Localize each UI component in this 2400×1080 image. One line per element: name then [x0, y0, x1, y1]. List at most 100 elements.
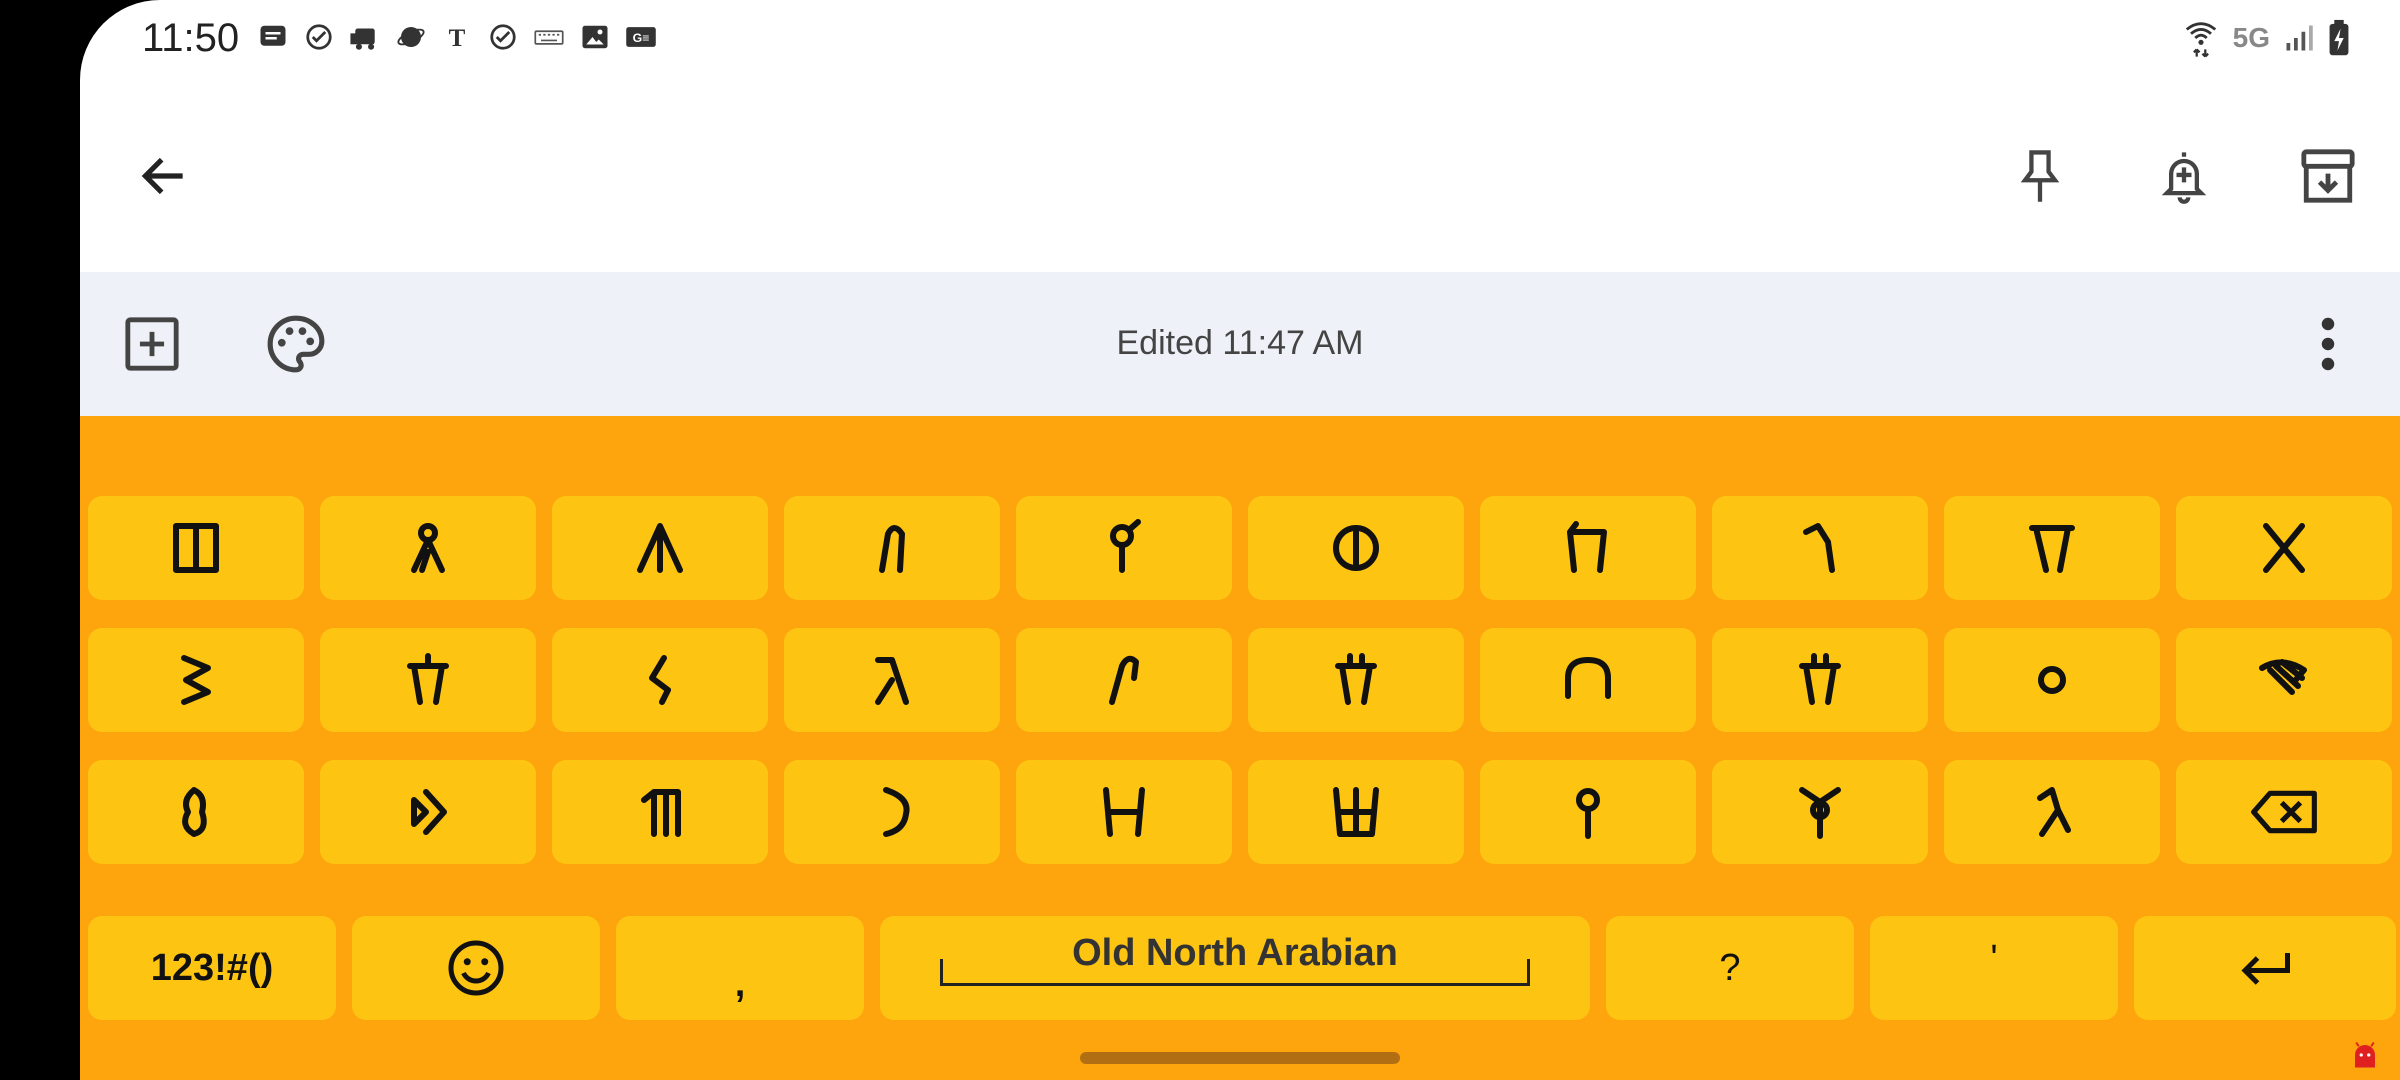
battery-charging-icon [2329, 19, 2349, 56]
edited-timestamp: Edited 11:47 AM [1116, 324, 1364, 362]
key-char[interactable] [784, 760, 1000, 864]
symbols-key[interactable]: 123!#() [88, 916, 336, 1020]
key-char[interactable] [88, 760, 304, 864]
key-char[interactable] [2176, 496, 2392, 600]
glyph-icon [1567, 521, 1607, 573]
key-char[interactable] [784, 628, 1000, 732]
key-char[interactable] [1248, 496, 1464, 600]
key-char[interactable] [1712, 496, 1928, 600]
key-char[interactable] [1480, 496, 1696, 600]
archive-button[interactable] [2292, 140, 2364, 212]
backspace-key[interactable] [2176, 760, 2392, 864]
glyph-icon [879, 525, 905, 573]
apostrophe-key-label: ' [1990, 938, 1998, 980]
comma-key-label: , [734, 962, 746, 1005]
key-char[interactable] [320, 760, 536, 864]
key-char[interactable] [88, 496, 304, 600]
key-char[interactable] [552, 496, 768, 600]
enter-key[interactable] [2134, 916, 2396, 1020]
svg-text:G≡: G≡ [633, 31, 650, 45]
emoji-icon [448, 940, 504, 996]
glyph-icon [1335, 653, 1377, 705]
glyph-icon [637, 523, 683, 573]
check-circle-icon [486, 20, 520, 54]
status-time: 11:50 [142, 16, 240, 60]
backspace-icon [2251, 790, 2317, 834]
glyph-icon [411, 789, 447, 835]
glyph-icon [2259, 659, 2307, 695]
symbols-key-label: 123!#() [150, 946, 274, 989]
pin-icon [2020, 150, 2060, 202]
glyph-icon [1333, 525, 1379, 571]
reminder-button[interactable] [2148, 140, 2220, 212]
glyph-icon [2029, 525, 2075, 573]
glyph-icon [649, 655, 671, 705]
glyph-icon [1565, 657, 1611, 699]
keyboard-icon [532, 20, 566, 54]
key-char[interactable] [320, 496, 536, 600]
key-char[interactable] [2176, 628, 2392, 732]
glyph-icon [883, 787, 910, 837]
key-char[interactable] [1480, 760, 1696, 864]
key-char[interactable] [1248, 760, 1464, 864]
glyph-icon [1799, 787, 1841, 839]
svg-text:T: T [449, 25, 466, 52]
glyph-icon [182, 787, 207, 837]
top-app-bar [80, 80, 2400, 272]
bell-plus-icon [2161, 152, 2207, 204]
key-char[interactable] [784, 496, 1000, 600]
navigation-handle[interactable] [1080, 1052, 1400, 1064]
archive-icon [2301, 149, 2355, 203]
key-char[interactable] [1944, 760, 2160, 864]
glyph-icon [1103, 787, 1145, 837]
key-char[interactable] [1944, 496, 2160, 600]
key-char[interactable] [1016, 628, 1232, 732]
notification-icons: T G≡ [256, 20, 658, 54]
key-char[interactable] [1016, 496, 1232, 600]
key-char[interactable] [1480, 628, 1696, 732]
glyph-icon [1109, 655, 1139, 705]
android-icon [2355, 1041, 2375, 1068]
image-icon [578, 20, 612, 54]
wifi-calling-icon [2185, 22, 2216, 58]
nyt-icon: T [440, 20, 474, 54]
message-icon [256, 20, 290, 54]
key-char[interactable] [88, 628, 304, 732]
space-key[interactable]: Old North Arabian [880, 916, 1590, 1020]
glyph-icon [2263, 523, 2305, 573]
pin-button[interactable] [2004, 140, 2076, 212]
question-key-label: ? [1719, 946, 1741, 989]
glyph-icon [2038, 666, 2066, 694]
keyboard: 123!#() , Old North Arabian ? ' [80, 416, 2400, 1080]
glyph-icon [2037, 787, 2071, 837]
emoji-key[interactable] [352, 916, 600, 1020]
network-type: 5G [2232, 22, 2270, 53]
more-options-button[interactable] [2292, 308, 2364, 380]
key-char[interactable] [1944, 628, 2160, 732]
glyph-icon [181, 655, 211, 705]
key-char[interactable] [320, 628, 536, 732]
status-bar: 11:50 T G≡ 5G [80, 0, 2400, 80]
glyph-icon [1799, 653, 1841, 705]
question-key[interactable]: ? [1606, 916, 1854, 1020]
apostrophe-key[interactable]: ' [1870, 916, 2118, 1020]
planet-icon [394, 20, 428, 54]
glyph-icon [1110, 519, 1141, 573]
signal-icon [2286, 25, 2313, 51]
glyph-icon [1333, 787, 1379, 837]
comma-key[interactable]: , [616, 916, 864, 1020]
key-char[interactable] [1712, 760, 1928, 864]
key-char[interactable] [552, 760, 768, 864]
glyph-icon [173, 523, 219, 573]
more-vert-icon [2321, 317, 2335, 371]
key-char[interactable] [1712, 628, 1928, 732]
back-button[interactable] [128, 140, 200, 212]
train-icon [348, 20, 382, 54]
glyph-icon [875, 657, 909, 705]
key-char[interactable] [1016, 760, 1232, 864]
glyph-icon [411, 523, 445, 573]
key-char[interactable] [552, 628, 768, 732]
glyph-icon [407, 653, 449, 705]
key-char[interactable] [1248, 628, 1464, 732]
note-toolbar: Edited 11:47 AM [80, 272, 2400, 416]
